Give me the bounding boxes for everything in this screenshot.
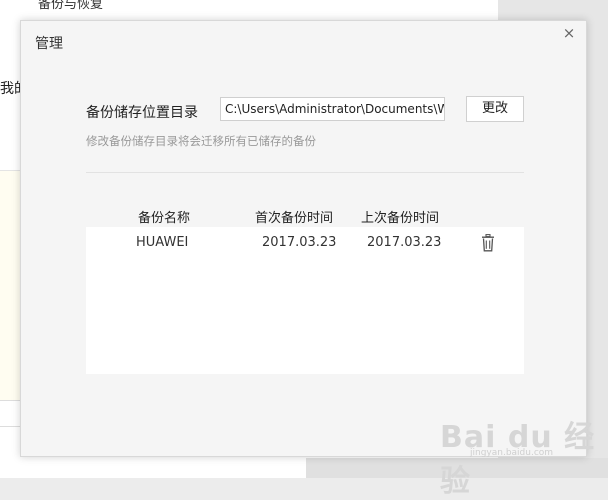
storage-location-label: 备份储存位置目录: [86, 105, 198, 121]
close-icon: ×: [562, 24, 576, 42]
watermark-url: jingyan.baidu.com: [470, 448, 554, 458]
manage-dialog: 管理 × 备份储存位置目录 C:\Users\Administrator\Doc…: [20, 20, 587, 457]
background-panel-strip: [0, 170, 20, 401]
last-backup-cell: 2017.03.23: [367, 235, 442, 250]
storage-path-field[interactable]: C:\Users\Administrator\Documents\WeChat …: [220, 97, 445, 121]
table-row[interactable]: HUAWEI 2017.03.23 2017.03.23: [86, 227, 524, 261]
background-divider: [0, 426, 20, 427]
change-location-button[interactable]: 更改: [466, 96, 524, 122]
backup-name-cell: HUAWEI: [136, 235, 189, 250]
column-header-last-backup: 上次备份时间: [361, 211, 440, 226]
watermark: Bai du 经验 jingyan.baidu.com: [440, 412, 608, 500]
background-divider: [0, 400, 20, 401]
delete-backup-button[interactable]: [481, 234, 495, 252]
backup-table: HUAWEI 2017.03.23 2017.03.23: [86, 227, 524, 374]
trash-icon: [482, 234, 494, 252]
column-header-first-backup: 首次备份时间: [255, 211, 334, 226]
section-divider: [86, 172, 524, 173]
first-backup-cell: 2017.03.23: [262, 235, 337, 250]
background-window-title: 备份与恢复: [38, 0, 104, 12]
close-button[interactable]: ×: [561, 25, 577, 41]
column-header-name: 备份名称: [138, 211, 191, 226]
storage-hint-text: 修改备份储存目录将会迁移所有已储存的备份: [86, 134, 316, 148]
dialog-title: 管理: [35, 36, 63, 52]
